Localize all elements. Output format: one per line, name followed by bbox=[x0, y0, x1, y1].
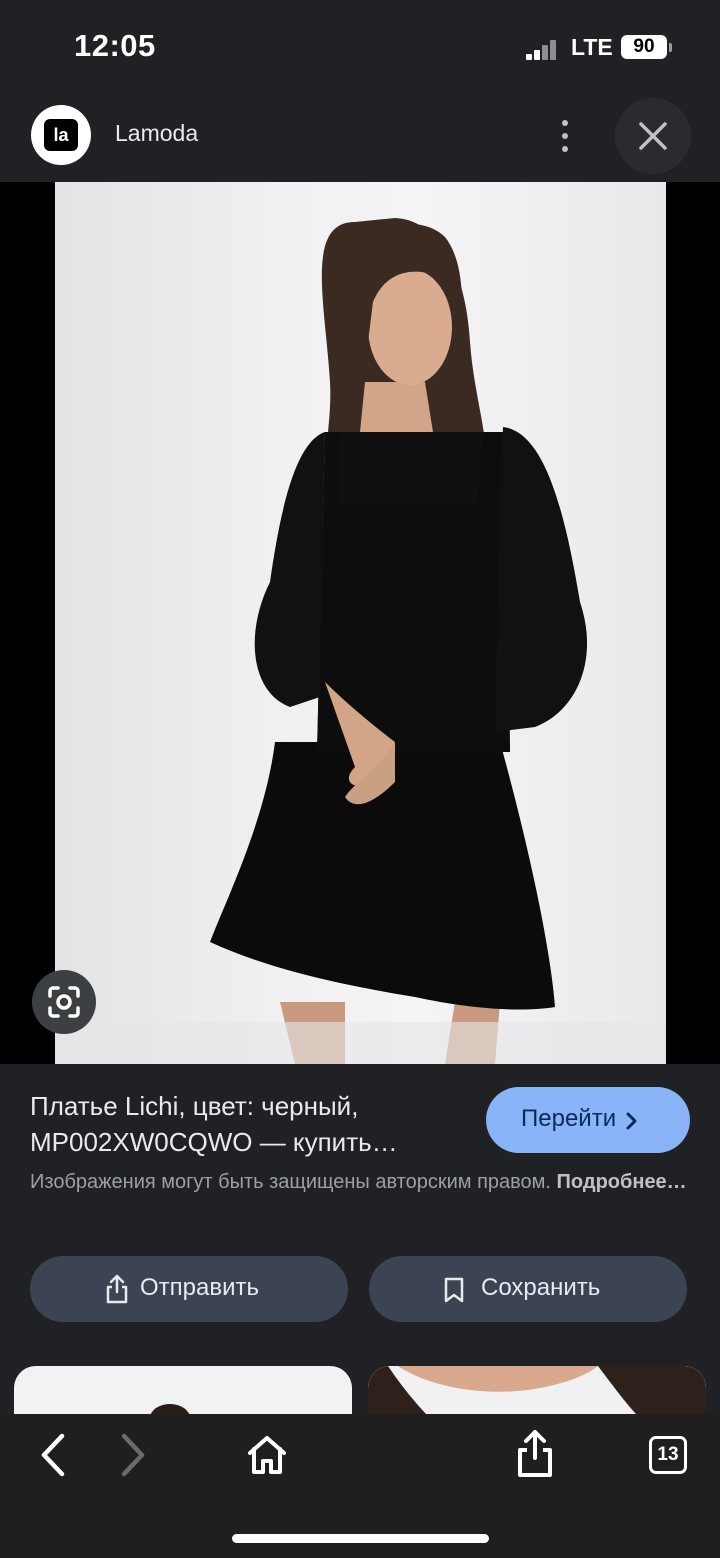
bookmark-icon bbox=[444, 1277, 464, 1303]
close-button[interactable] bbox=[615, 98, 691, 174]
google-lens-button[interactable] bbox=[32, 970, 96, 1034]
browser-toolbar: 13 bbox=[0, 1414, 720, 1558]
share-page-icon[interactable] bbox=[514, 1428, 556, 1480]
dress-photo-illustration bbox=[55, 218, 666, 1064]
status-time: 12:05 bbox=[74, 28, 156, 63]
home-icon[interactable] bbox=[246, 1434, 288, 1476]
google-lens-icon bbox=[48, 986, 80, 1018]
signal-icon bbox=[526, 38, 564, 60]
lamoda-logo-icon: la bbox=[44, 119, 78, 151]
source-name[interactable]: Lamoda bbox=[115, 120, 198, 147]
chevron-right-icon bbox=[626, 1112, 637, 1130]
forward-icon[interactable] bbox=[114, 1432, 150, 1478]
image-viewer bbox=[0, 182, 720, 1064]
home-indicator[interactable] bbox=[232, 1534, 489, 1543]
save-button[interactable]: Сохранить bbox=[369, 1256, 687, 1322]
copyright-notice: Изображения могут быть защищены авторски… bbox=[30, 1167, 690, 1197]
share-label: Отправить bbox=[140, 1274, 260, 1301]
related-thumbnail bbox=[368, 1366, 706, 1416]
result-title[interactable]: Платье Lichi, цвет: черный, MP002XW0CQWO… bbox=[30, 1088, 470, 1160]
related-image-2[interactable] bbox=[368, 1366, 706, 1416]
battery-icon: 90 bbox=[621, 35, 667, 59]
close-icon bbox=[639, 122, 667, 150]
visit-button[interactable]: Перейти bbox=[486, 1087, 690, 1153]
source-logo[interactable]: la bbox=[31, 105, 91, 165]
status-bar: 12:05 LTE 90 bbox=[0, 0, 720, 92]
title-line-1: Платье Lichi, цвет: черный, bbox=[30, 1091, 359, 1121]
battery-tip bbox=[669, 43, 672, 52]
save-label: Сохранить bbox=[481, 1274, 601, 1301]
related-thumbnail bbox=[150, 1404, 190, 1416]
learn-more-link[interactable]: Подробнее… bbox=[557, 1171, 687, 1193]
tabs-button[interactable]: 13 bbox=[649, 1436, 687, 1474]
share-icon bbox=[106, 1274, 128, 1304]
visit-button-label: Перейти bbox=[521, 1105, 617, 1132]
share-button[interactable]: Отправить bbox=[30, 1256, 348, 1322]
related-image-1[interactable] bbox=[14, 1366, 352, 1416]
product-photo[interactable] bbox=[55, 182, 666, 1064]
network-type: LTE bbox=[571, 34, 613, 60]
copyright-text: Изображения могут быть защищены авторски… bbox=[30, 1171, 551, 1193]
back-icon[interactable] bbox=[36, 1432, 72, 1478]
title-line-2: MP002XW0CQWO — купить… bbox=[30, 1127, 398, 1157]
source-header: la Lamoda bbox=[0, 92, 720, 182]
more-options-icon[interactable] bbox=[548, 116, 582, 156]
